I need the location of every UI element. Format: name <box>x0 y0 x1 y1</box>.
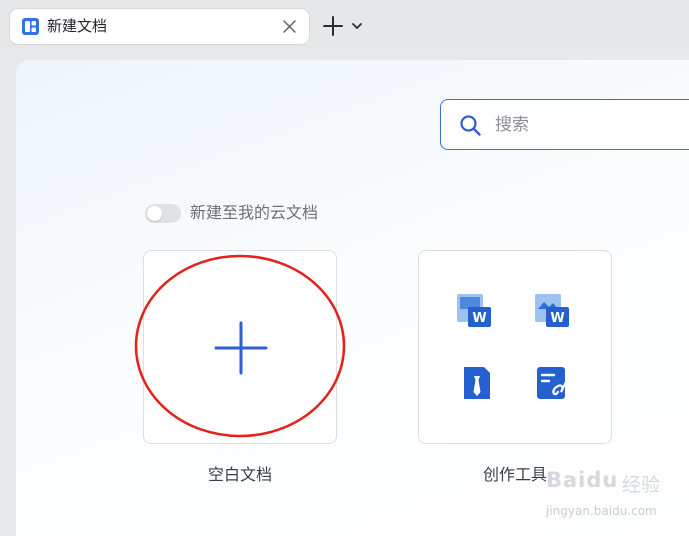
creation-tools-card[interactable]: W W <box>418 250 612 444</box>
svg-text:W: W <box>472 311 486 326</box>
watermark-url: jingyan.baidu.com <box>546 504 657 518</box>
watermark: Baidu 经验 jingyan.baidu.com <box>546 460 671 530</box>
cloud-save-toggle[interactable] <box>145 204 181 223</box>
new-tab-plus-icon[interactable] <box>322 15 344 37</box>
plus-icon <box>214 321 268 375</box>
search-icon <box>460 115 481 136</box>
search-input[interactable] <box>495 111 685 139</box>
svg-text:W: W <box>550 311 564 326</box>
watermark-cn: 经验 <box>622 474 661 496</box>
chevron-down-icon[interactable] <box>350 19 364 33</box>
tab-bar: 新建文档 <box>0 0 689 50</box>
new-document-panel: 新建至我的云文档 空白文档 W W 创作工具 <box>16 60 689 536</box>
word-image-icon: W <box>535 294 569 327</box>
writing-pen-icon <box>537 367 569 399</box>
watermark-logo-text: Baidu <box>546 468 619 492</box>
cloud-save-toggle-label: 新建至我的云文档 <box>190 203 319 222</box>
word-template-icon: W <box>457 294 491 327</box>
blank-document-label: 空白文档 <box>207 465 272 484</box>
close-icon[interactable] <box>281 18 298 35</box>
blank-document-card[interactable] <box>143 250 337 444</box>
tab-new-document[interactable]: 新建文档 <box>10 9 309 44</box>
doc-grid-icon <box>22 18 39 35</box>
search-box[interactable] <box>440 99 689 150</box>
toggle-knob <box>147 206 162 221</box>
tab-title: 新建文档 <box>47 17 108 35</box>
resume-icon <box>464 367 490 399</box>
